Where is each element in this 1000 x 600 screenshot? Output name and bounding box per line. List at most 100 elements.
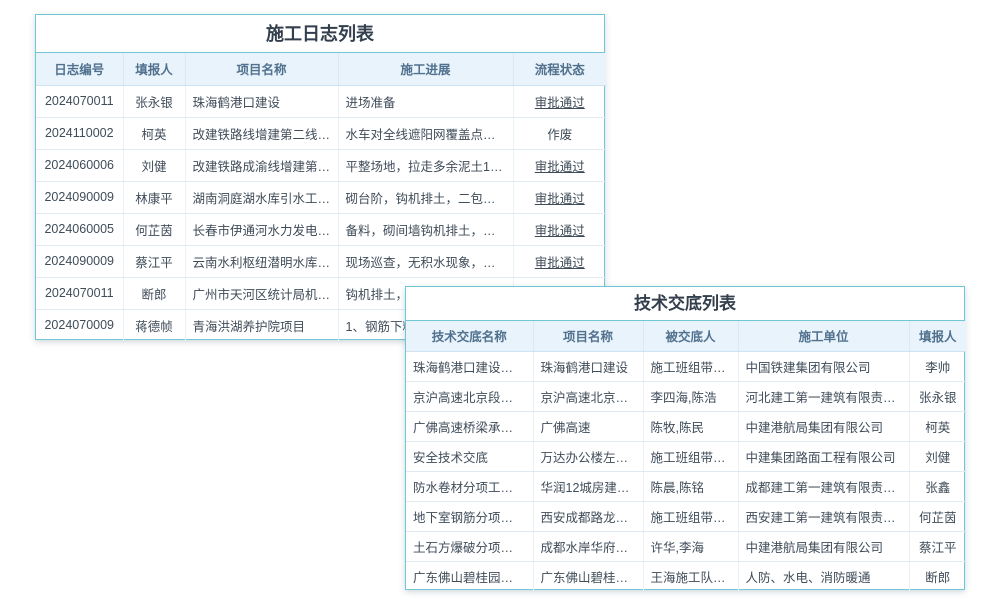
disclosure-persons-cell: 陈晨,陈铭 [643, 471, 738, 501]
disclosure-row: 珠海鹤港口建设抗浮...珠海鹤港口建设施工班组带班...中国铁建集团有限公司李帅 [406, 351, 966, 381]
disclosure-reporter-cell[interactable]: 何芷茵 [909, 501, 966, 531]
log-reporter-cell[interactable]: 刘健 [123, 149, 185, 181]
disclosure-project-cell[interactable]: 广东佛山碧桂园项目 [533, 561, 643, 591]
log-row: 2024090009林康平湖南洞庭湖水库引水工程...砌台阶，钩机排土，二包砌间… [36, 181, 606, 213]
log-id-cell[interactable]: 2024090009 [36, 245, 123, 277]
log-row: 2024090009蔡江平云南水利枢纽潜明水库一...现场巡查，无积水现象，水马… [36, 245, 606, 277]
log-status-cell[interactable]: 审批通过 [513, 181, 606, 213]
disclosure-project-cell[interactable]: 西安成都路龙湖上... [533, 501, 643, 531]
log-progress-cell: 进场准备 [338, 85, 513, 117]
log-progress-cell: 备料，砌间墙钩机排土，瓦工... [338, 213, 513, 245]
log-row: 2024070011张永银珠海鹤港口建设进场准备审批通过 [36, 85, 606, 117]
log-id-cell[interactable]: 2024060005 [36, 213, 123, 245]
disclosure-persons-cell: 李四海,陈浩 [643, 381, 738, 411]
log-reporter-cell[interactable]: 断郎 [123, 277, 185, 309]
disclosure-unit-cell: 中建集团路面工程有限公司 [738, 441, 909, 471]
log-project-cell[interactable]: 湖南洞庭湖水库引水工程... [185, 181, 338, 213]
log-project-cell[interactable]: 珠海鹤港口建设 [185, 85, 338, 117]
disclosure-project-cell[interactable]: 万达办公楼左侧A... [533, 441, 643, 471]
disclosure-project-cell[interactable]: 成都水岸华府名苑... [533, 531, 643, 561]
disclosure-row: 地下室钢筋分项工程...西安成都路龙湖上...施工班组带班...西安建工第一建筑… [406, 501, 966, 531]
disclosure-col-name: 技术交底名称 [406, 321, 533, 351]
disclosure-row: 京沪高速北京段维修...京沪高速北京段维修李四海,陈浩河北建工第一建筑有限责任公… [406, 381, 966, 411]
disclosure-persons-cell: 施工班组带班... [643, 501, 738, 531]
log-project-cell[interactable]: 长春市伊通河水力发电厂... [185, 213, 338, 245]
disclosure-row: 土石方爆破分项工程...成都水岸华府名苑...许华,李海中建港航局集团有限公司蔡… [406, 531, 966, 561]
log-progress-cell: 平整场地，拉走多余泥土15辆... [338, 149, 513, 181]
log-status-cell[interactable]: 审批通过 [513, 213, 606, 245]
disclosure-reporter-cell[interactable]: 柯英 [909, 411, 966, 441]
disclosure-unit-cell: 成都建工第一建筑有限责任公司 [738, 471, 909, 501]
log-reporter-cell[interactable]: 何芷茵 [123, 213, 185, 245]
log-col-id: 日志编号 [36, 53, 123, 85]
disclosure-unit-cell: 西安建工第一建筑有限责任公司 [738, 501, 909, 531]
log-project-cell[interactable]: 广州市天河区统计局机房... [185, 277, 338, 309]
disclosure-unit-cell: 中建港航局集团有限公司 [738, 531, 909, 561]
log-project-cell[interactable]: 云南水利枢纽潜明水库一... [185, 245, 338, 277]
disclosure-unit-cell: 中建港航局集团有限公司 [738, 411, 909, 441]
disclosure-col-unit: 施工单位 [738, 321, 909, 351]
log-col-status: 流程状态 [513, 53, 606, 85]
disclosure-unit-cell: 人防、水电、消防暖通 [738, 561, 909, 591]
log-project-cell[interactable]: 改建铁路线增建第二线直... [185, 117, 338, 149]
disclosure-persons-cell: 施工班组带班... [643, 441, 738, 471]
log-status-cell[interactable]: 作废 [513, 117, 606, 149]
log-progress-cell: 水车对全线遮阳网覆盖点进行... [338, 117, 513, 149]
disclosure-persons-cell: 王海施工队全队... [643, 561, 738, 591]
disclosure-col-reporter: 填报人 [909, 321, 966, 351]
log-col-progress: 施工进展 [338, 53, 513, 85]
disclosure-unit-cell: 河北建工第一建筑有限责任公司 [738, 381, 909, 411]
log-row: 2024060005何芷茵长春市伊通河水力发电厂...备料，砌间墙钩机排土，瓦工… [36, 213, 606, 245]
disclosure-reporter-cell[interactable]: 张鑫 [909, 471, 966, 501]
log-col-reporter: 填报人 [123, 53, 185, 85]
log-project-cell[interactable]: 改建铁路成渝线增建第二... [185, 149, 338, 181]
disclosure-reporter-cell[interactable]: 断郎 [909, 561, 966, 591]
disclosure-name-cell[interactable]: 土石方爆破分项工程... [406, 531, 533, 561]
log-reporter-cell[interactable]: 蔡江平 [123, 245, 185, 277]
log-table-header-row: 日志编号 填报人 项目名称 施工进展 流程状态 [36, 53, 606, 85]
disclosure-project-cell[interactable]: 京沪高速北京段维修 [533, 381, 643, 411]
disclosure-name-cell[interactable]: 京沪高速北京段维修... [406, 381, 533, 411]
disclosure-row: 广佛高速桥梁承台施...广佛高速陈牧,陈民中建港航局集团有限公司柯英 [406, 411, 966, 441]
log-panel-title: 施工日志列表 [36, 15, 604, 53]
log-id-cell[interactable]: 2024070011 [36, 85, 123, 117]
disclosure-panel-title: 技术交底列表 [406, 287, 964, 321]
disclosure-name-cell[interactable]: 地下室钢筋分项工程... [406, 501, 533, 531]
disclosure-reporter-cell[interactable]: 张永银 [909, 381, 966, 411]
log-reporter-cell[interactable]: 柯英 [123, 117, 185, 149]
log-id-cell[interactable]: 2024070009 [36, 309, 123, 341]
log-progress-cell: 砌台阶，钩机排土，二包砌间... [338, 181, 513, 213]
disclosure-reporter-cell[interactable]: 刘健 [909, 441, 966, 471]
disclosure-name-cell[interactable]: 安全技术交底 [406, 441, 533, 471]
log-status-cell[interactable]: 审批通过 [513, 85, 606, 117]
disclosure-name-cell[interactable]: 广佛高速桥梁承台施... [406, 411, 533, 441]
log-reporter-cell[interactable]: 蒋德帧 [123, 309, 185, 341]
log-project-cell[interactable]: 青海洪湖养护院项目 [185, 309, 338, 341]
disclosure-name-cell[interactable]: 防水卷材分项工程施... [406, 471, 533, 501]
disclosure-project-cell[interactable]: 广佛高速 [533, 411, 643, 441]
disclosure-unit-cell: 中国铁建集团有限公司 [738, 351, 909, 381]
disclosure-name-cell[interactable]: 珠海鹤港口建设抗浮... [406, 351, 533, 381]
disclosure-persons-cell: 施工班组带班... [643, 351, 738, 381]
disclosure-reporter-cell[interactable]: 李帅 [909, 351, 966, 381]
log-reporter-cell[interactable]: 张永银 [123, 85, 185, 117]
disclosure-row: 广东佛山碧桂园项目...广东佛山碧桂园项目王海施工队全队...人防、水电、消防暖… [406, 561, 966, 591]
disclosure-project-cell[interactable]: 华润12城房建工... [533, 471, 643, 501]
log-id-cell[interactable]: 2024110002 [36, 117, 123, 149]
log-status-cell[interactable]: 审批通过 [513, 245, 606, 277]
log-status-cell[interactable]: 审批通过 [513, 149, 606, 181]
disclosure-name-cell[interactable]: 广东佛山碧桂园项目... [406, 561, 533, 591]
disclosure-project-cell[interactable]: 珠海鹤港口建设 [533, 351, 643, 381]
disclosure-row: 防水卷材分项工程施...华润12城房建工...陈晨,陈铭成都建工第一建筑有限责任… [406, 471, 966, 501]
disclosure-reporter-cell[interactable]: 蔡江平 [909, 531, 966, 561]
log-id-cell[interactable]: 2024090009 [36, 181, 123, 213]
log-progress-cell: 现场巡查，无积水现象，水马... [338, 245, 513, 277]
disclosure-table-header-row: 技术交底名称 项目名称 被交底人 施工单位 填报人 [406, 321, 966, 351]
log-col-project: 项目名称 [185, 53, 338, 85]
disclosure-row: 安全技术交底万达办公楼左侧A...施工班组带班...中建集团路面工程有限公司刘健 [406, 441, 966, 471]
log-reporter-cell[interactable]: 林康平 [123, 181, 185, 213]
log-row: 2024110002柯英改建铁路线增建第二线直...水车对全线遮阳网覆盖点进行.… [36, 117, 606, 149]
log-id-cell[interactable]: 2024070011 [36, 277, 123, 309]
log-id-cell[interactable]: 2024060006 [36, 149, 123, 181]
log-row: 2024060006刘健改建铁路成渝线增建第二...平整场地，拉走多余泥土15辆… [36, 149, 606, 181]
